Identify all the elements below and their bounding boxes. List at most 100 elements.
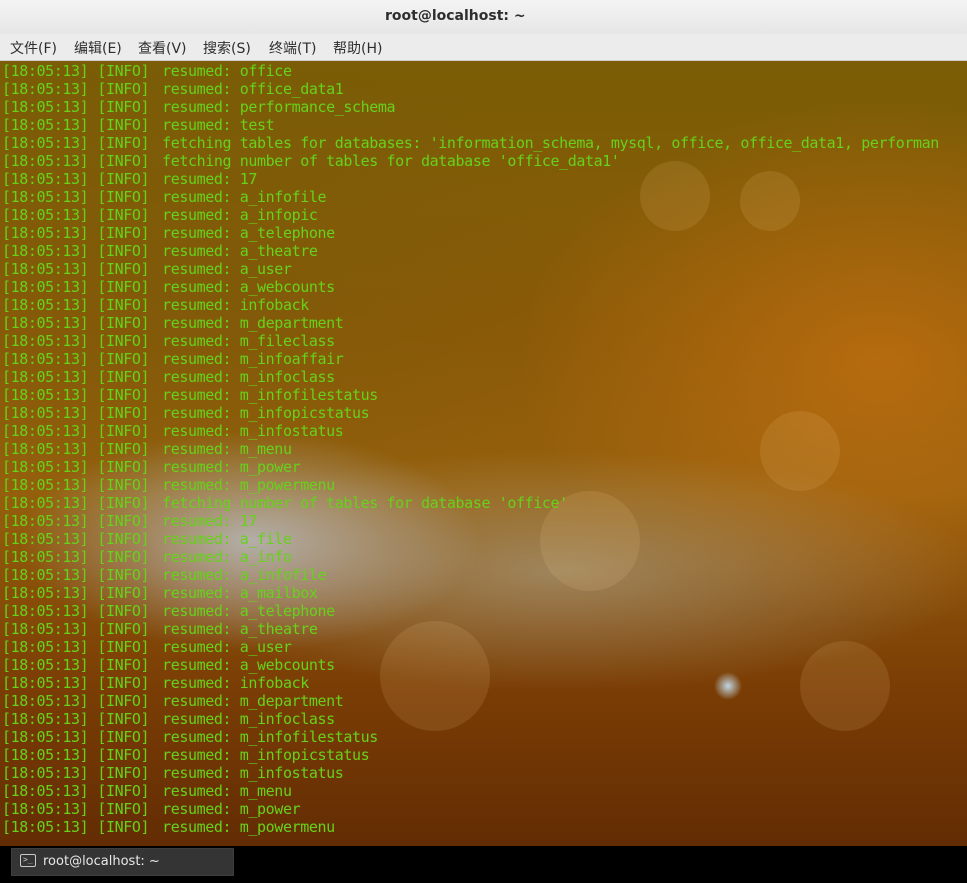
log-level: [INFO]	[97, 584, 150, 602]
terminal-line: [18:05:13] [INFO] resumed: a_webcounts	[2, 656, 939, 674]
log-timestamp: [18:05:13]	[2, 602, 89, 620]
log-timestamp: [18:05:13]	[2, 404, 89, 422]
log-message: resumed: a_mailbox	[162, 584, 318, 602]
terminal-line: [18:05:13] [INFO] resumed: office_data1	[2, 80, 939, 98]
taskbar-item-terminal[interactable]: >_ root@localhost: ~	[11, 848, 234, 876]
log-timestamp: [18:05:13]	[2, 152, 89, 170]
terminal-line: [18:05:13] [INFO] resumed: m_infostatus	[2, 764, 939, 782]
menu-edit[interactable]: 编辑(E)	[74, 38, 122, 58]
terminal-lines: [18:05:13] [INFO] resumed: office [18:05:13…	[2, 62, 939, 836]
terminal-line: [18:05:13] [INFO] fetching tables for data…	[2, 134, 939, 152]
log-timestamp: [18:05:13]	[2, 566, 89, 584]
log-level: [INFO]	[97, 404, 150, 422]
terminal-line: [18:05:13] [INFO] resumed: a_theatre	[2, 620, 939, 638]
menu-search[interactable]: 搜索(S)	[203, 38, 251, 58]
log-timestamp: [18:05:13]	[2, 458, 89, 476]
log-timestamp: [18:05:13]	[2, 584, 89, 602]
terminal-line: [18:05:13] [INFO] resumed: office	[2, 62, 939, 80]
log-level: [INFO]	[97, 314, 150, 332]
log-message: resumed: m_menu	[162, 440, 292, 458]
log-message: resumed: a_infofile	[162, 188, 327, 206]
terminal-line: [18:05:13] [INFO] resumed: m_infofilestatu…	[2, 728, 939, 746]
log-message: resumed: a_info	[162, 548, 292, 566]
terminal-output[interactable]: [18:05:13] [INFO] resumed: office [18:05:13…	[0, 61, 967, 846]
log-level: [INFO]	[97, 278, 150, 296]
window-titlebar[interactable]: root@localhost: ~	[0, 0, 967, 35]
log-level: [INFO]	[97, 782, 150, 800]
log-level: [INFO]	[97, 62, 150, 80]
log-timestamp: [18:05:13]	[2, 764, 89, 782]
log-message: resumed: m_department	[162, 692, 344, 710]
log-level: [INFO]	[97, 620, 150, 638]
log-level: [INFO]	[97, 224, 150, 242]
log-timestamp: [18:05:13]	[2, 224, 89, 242]
terminal-icon: >_	[20, 854, 36, 867]
log-timestamp: [18:05:13]	[2, 512, 89, 530]
log-timestamp: [18:05:13]	[2, 278, 89, 296]
log-level: [INFO]	[97, 80, 150, 98]
log-message: resumed: office	[162, 62, 292, 80]
log-level: [INFO]	[97, 296, 150, 314]
log-timestamp: [18:05:13]	[2, 368, 89, 386]
log-level: [INFO]	[97, 368, 150, 386]
log-level: [INFO]	[97, 152, 150, 170]
terminal-line: [18:05:13] [INFO] resumed: a_theatre	[2, 242, 939, 260]
menu-file[interactable]: 文件(F)	[10, 38, 57, 58]
log-level: [INFO]	[97, 134, 150, 152]
terminal-line: [18:05:13] [INFO] resumed: a_user	[2, 260, 939, 278]
terminal-line: [18:05:13] [INFO] resumed: m_power	[2, 800, 939, 818]
log-message: resumed: m_infopicstatus	[162, 746, 370, 764]
log-message: resumed: m_powermenu	[162, 476, 335, 494]
log-timestamp: [18:05:13]	[2, 350, 89, 368]
menu-view[interactable]: 查看(V)	[138, 38, 187, 58]
terminal-line: [18:05:13] [INFO] resumed: a_file	[2, 530, 939, 548]
log-message: resumed: m_power	[162, 458, 301, 476]
terminal-line: [18:05:13] [INFO] resumed: m_infoclass	[2, 368, 939, 386]
log-message: resumed: m_department	[162, 314, 344, 332]
log-message: resumed: m_infofilestatus	[162, 386, 378, 404]
log-message: resumed: m_infoclass	[162, 710, 335, 728]
menu-help[interactable]: 帮助(H)	[333, 38, 382, 58]
log-message: resumed: office_data1	[162, 80, 344, 98]
terminal-line: [18:05:13] [INFO] resumed: infoback	[2, 296, 939, 314]
log-timestamp: [18:05:13]	[2, 548, 89, 566]
log-level: [INFO]	[97, 476, 150, 494]
menu-bar: 文件(F) 编辑(E) 查看(V) 搜索(S) 终端(T) 帮助(H)	[0, 34, 967, 61]
terminal-line: [18:05:13] [INFO] resumed: m_powermenu	[2, 476, 939, 494]
log-message: resumed: a_infofile	[162, 566, 327, 584]
log-level: [INFO]	[97, 674, 150, 692]
terminal-line: [18:05:13] [INFO] resumed: m_department	[2, 314, 939, 332]
log-message: resumed: a_user	[162, 638, 292, 656]
log-message: resumed: infoback	[162, 296, 309, 314]
terminal-line: [18:05:13] [INFO] resumed: m_infoaffair	[2, 350, 939, 368]
terminal-line: [18:05:13] [INFO] resumed: m_infostatus	[2, 422, 939, 440]
terminal-line: [18:05:13] [INFO] resumed: 17	[2, 170, 939, 188]
terminal-line: [18:05:13] [INFO] resumed: a_webcounts	[2, 278, 939, 296]
log-timestamp: [18:05:13]	[2, 116, 89, 134]
log-message: resumed: m_menu	[162, 782, 292, 800]
log-level: [INFO]	[97, 638, 150, 656]
menu-terminal[interactable]: 终端(T)	[269, 38, 316, 58]
log-message: resumed: a_webcounts	[162, 656, 335, 674]
log-timestamp: [18:05:13]	[2, 782, 89, 800]
log-timestamp: [18:05:13]	[2, 800, 89, 818]
terminal-line: [18:05:13] [INFO] resumed: m_fileclass	[2, 332, 939, 350]
terminal-line: [18:05:13] [INFO] resumed: a_telephone	[2, 224, 939, 242]
log-timestamp: [18:05:13]	[2, 242, 89, 260]
terminal-line: [18:05:13] [INFO] fetching number of table…	[2, 152, 939, 170]
taskbar: >_ root@localhost: ~	[0, 846, 967, 883]
log-timestamp: [18:05:13]	[2, 422, 89, 440]
log-message: resumed: m_infoaffair	[162, 350, 344, 368]
log-timestamp: [18:05:13]	[2, 476, 89, 494]
log-timestamp: [18:05:13]	[2, 332, 89, 350]
log-level: [INFO]	[97, 116, 150, 134]
log-timestamp: [18:05:13]	[2, 620, 89, 638]
log-level: [INFO]	[97, 494, 150, 512]
log-level: [INFO]	[97, 764, 150, 782]
log-timestamp: [18:05:13]	[2, 260, 89, 278]
log-message: resumed: test	[162, 116, 275, 134]
log-message: resumed: a_theatre	[162, 620, 318, 638]
log-timestamp: [18:05:13]	[2, 746, 89, 764]
terminal-line: [18:05:13] [INFO] resumed: a_telephone	[2, 602, 939, 620]
terminal-line: [18:05:13] [INFO] resumed: a_info	[2, 548, 939, 566]
